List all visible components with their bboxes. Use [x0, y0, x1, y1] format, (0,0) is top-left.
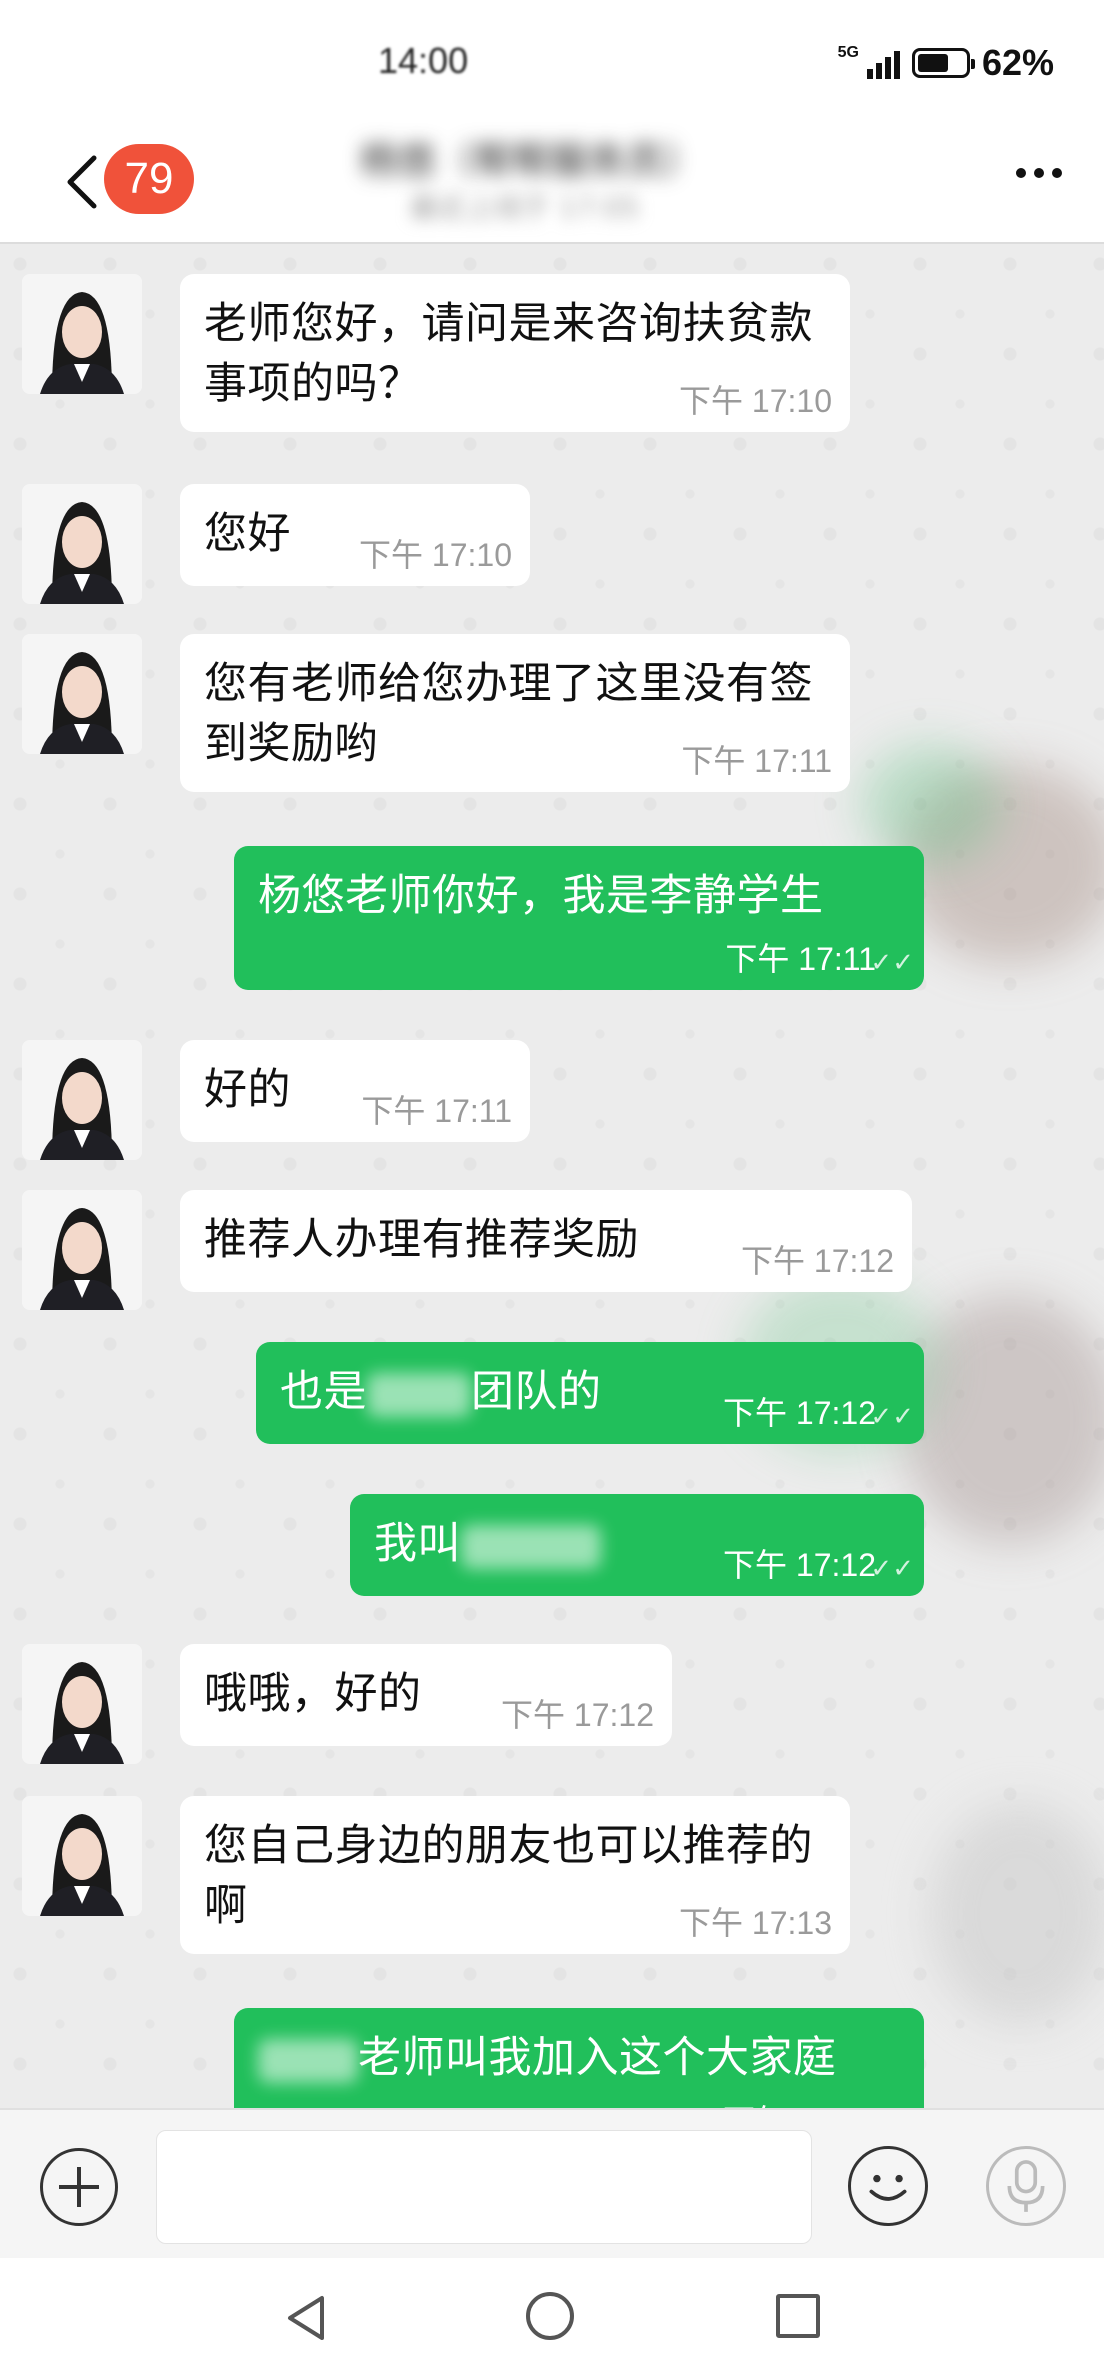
message-bubble-outgoing[interactable]: 老师叫我加入这个大家庭 下午 17:13 [234, 2008, 924, 2108]
redacted-name [461, 1524, 601, 1569]
message-time: 下午 17:10 [359, 537, 512, 573]
stain-decoration [930, 1804, 1104, 2024]
avatar-portrait [22, 1796, 142, 1916]
status-right-group: 5G 62% [838, 42, 1054, 84]
avatar[interactable] [22, 1040, 142, 1160]
message-time: 下午 17:11 [681, 743, 832, 779]
chat-subtitle: 最近上线于 17:05 [410, 191, 640, 224]
avatar-portrait [22, 634, 142, 754]
message-bubble-incoming[interactable]: 您好 下午 17:10 [180, 484, 530, 586]
avatar[interactable] [22, 1796, 142, 1916]
plus-icon[interactable] [40, 2148, 118, 2226]
message-time: 下午 17:11 [725, 941, 876, 977]
more-dots-icon[interactable] [1016, 168, 1062, 178]
nav-back-icon[interactable] [284, 2294, 328, 2342]
avatar[interactable] [22, 484, 142, 604]
stain-decoration [900, 764, 1104, 964]
message-text-part: 我叫 [374, 1519, 461, 1569]
message-text-part: 老师叫我加入这个大家庭 [358, 2033, 837, 2083]
message-bubble-incoming[interactable]: 您自己身边的朋友也可以推荐的啊 下午 17:13 [180, 1796, 850, 1954]
read-check-icon: ✓✓ [870, 1402, 914, 1432]
message-time: 下午 17:12 [723, 1395, 876, 1431]
message-bubble-incoming[interactable]: 推荐人办理有推荐奖励 下午 17:12 [180, 1190, 912, 1292]
message-input[interactable] [156, 2130, 812, 2244]
message-text-part: 团队的 [471, 1367, 602, 1417]
message-time: 下午 17:13 [723, 2096, 876, 2108]
message-text: 老师叫我加入这个大家庭 [258, 2028, 900, 2088]
message-bubble-incoming[interactable]: 老师您好，请问是来咨询扶贫款事项的吗？ 下午 17:10 [180, 274, 850, 432]
avatar[interactable] [22, 274, 142, 394]
avatar-portrait [22, 1190, 142, 1310]
avatar-portrait [22, 1644, 142, 1764]
message-time: 下午 17:12 [741, 1243, 894, 1279]
avatar-portrait [22, 1040, 142, 1160]
message-time: 下午 17:10 [679, 383, 832, 419]
chat-header: 79 杨悠（帮帮服务员） 最近上线于 17:05 [0, 130, 1104, 244]
read-check-icon: ✓✓ [870, 1554, 914, 1584]
message-time: 下午 17:12 [501, 1697, 654, 1733]
avatar[interactable] [22, 634, 142, 754]
message-bubble-incoming[interactable]: 您有老师给您办理了这里没有签到奖励哟 下午 17:11 [180, 634, 850, 792]
message-time: 下午 17:12 [723, 1547, 876, 1583]
signal-icon [866, 47, 900, 79]
stain-decoration [900, 1294, 1104, 1544]
message-bubble-outgoing[interactable]: 我叫 下午 17:12 ✓✓ [350, 1494, 924, 1596]
chat-title: 杨悠（帮帮服务员） [360, 139, 703, 183]
emoji-icon[interactable] [848, 2146, 928, 2226]
chevron-left-icon[interactable] [62, 152, 102, 212]
network-type: 5G [837, 44, 859, 61]
avatar-portrait [22, 274, 142, 394]
message-text-part: 也是 [280, 1367, 367, 1417]
message-bubble-incoming[interactable]: 哦哦，好的 下午 17:12 [180, 1644, 672, 1746]
status-bar: 14:00 5G 62% [0, 0, 1104, 130]
battery-level: 62% [981, 42, 1054, 83]
message-bubble-outgoing[interactable]: 杨悠老师你好，我是李静学生 下午 17:11 ✓✓ [234, 846, 924, 990]
redacted-name [367, 1372, 471, 1417]
nav-recent-icon[interactable] [776, 2294, 820, 2338]
unread-badge[interactable]: 79 [104, 144, 194, 214]
message-text: 杨悠老师你好，我是李静学生 [258, 871, 824, 921]
message-time: 下午 17:11 [361, 1093, 512, 1129]
message-bubble-incoming[interactable]: 好的 下午 17:11 [180, 1040, 530, 1142]
message-time: 下午 17:13 [679, 1905, 832, 1941]
avatar[interactable] [22, 1190, 142, 1310]
input-bar [0, 2108, 1104, 2260]
redacted-name [258, 2038, 358, 2083]
status-time: 14:00 [378, 40, 469, 81]
nav-home-icon[interactable] [526, 2292, 574, 2340]
mic-icon[interactable] [986, 2146, 1066, 2226]
read-check-icon: ✓✓ [870, 948, 914, 978]
message-bubble-outgoing[interactable]: 也是 团队的 下午 17:12 ✓✓ [256, 1342, 924, 1444]
battery-icon [911, 48, 975, 78]
message-list[interactable]: 老师您好，请问是来咨询扶贫款事项的吗？ 下午 17:10 您好 下午 17:10… [0, 244, 1104, 2108]
avatar-portrait [22, 484, 142, 604]
avatar[interactable] [22, 1644, 142, 1764]
system-nav-bar [0, 2258, 1104, 2376]
